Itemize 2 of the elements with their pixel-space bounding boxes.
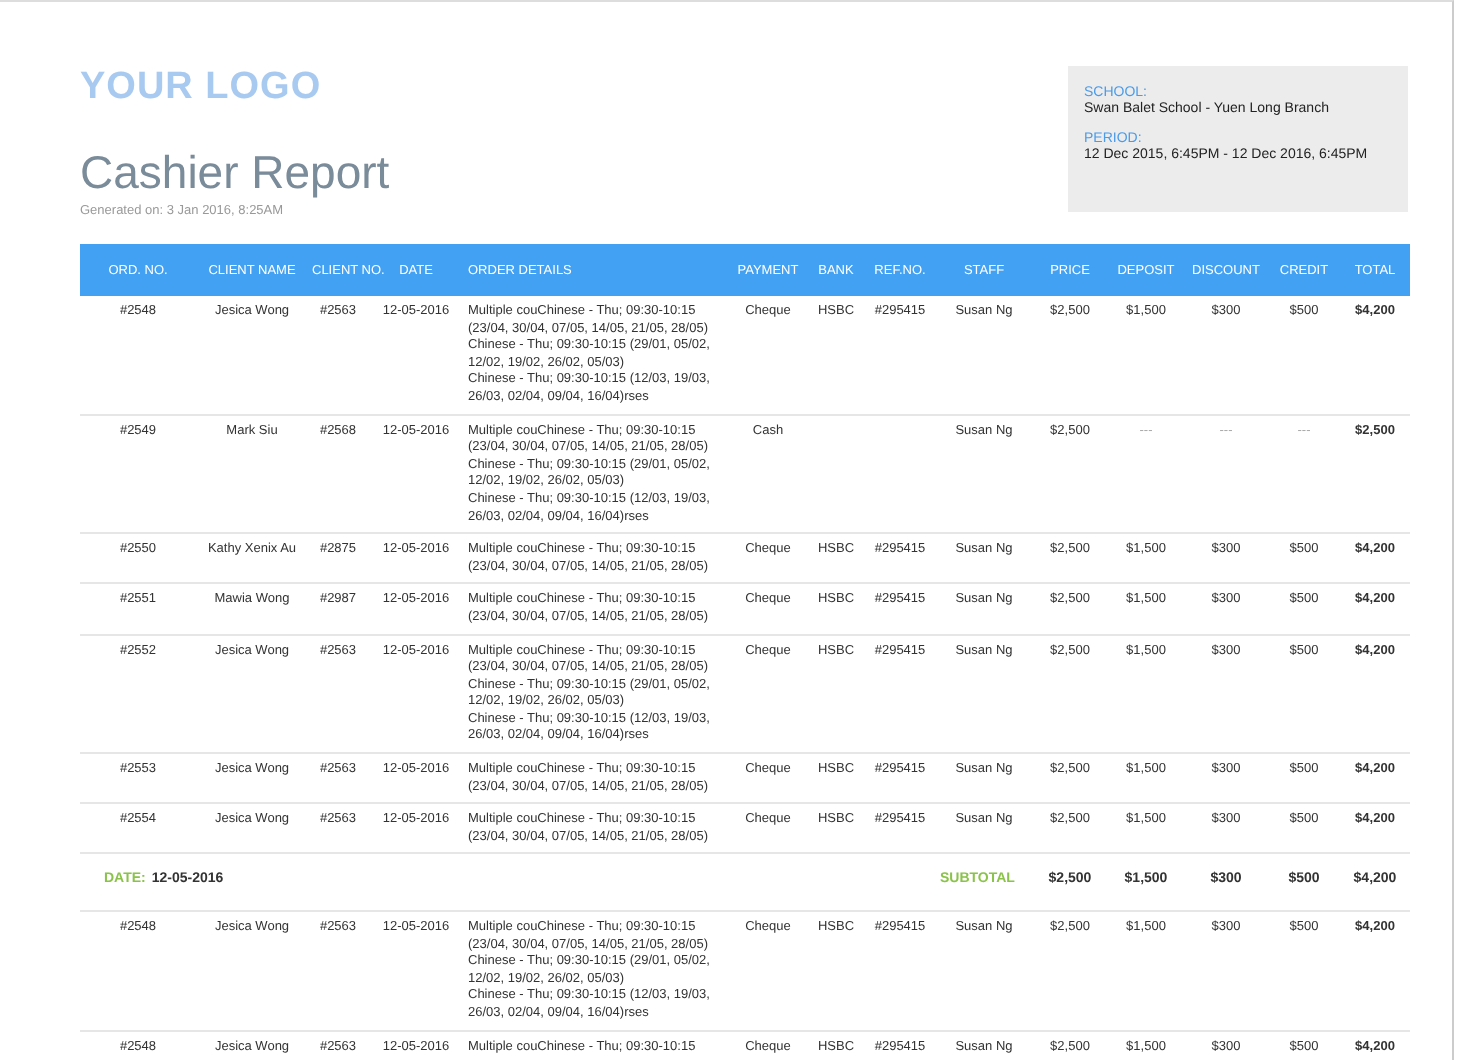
report-title: Cashier Report	[80, 146, 390, 200]
logo-text: YOUR LOGO	[80, 66, 322, 110]
